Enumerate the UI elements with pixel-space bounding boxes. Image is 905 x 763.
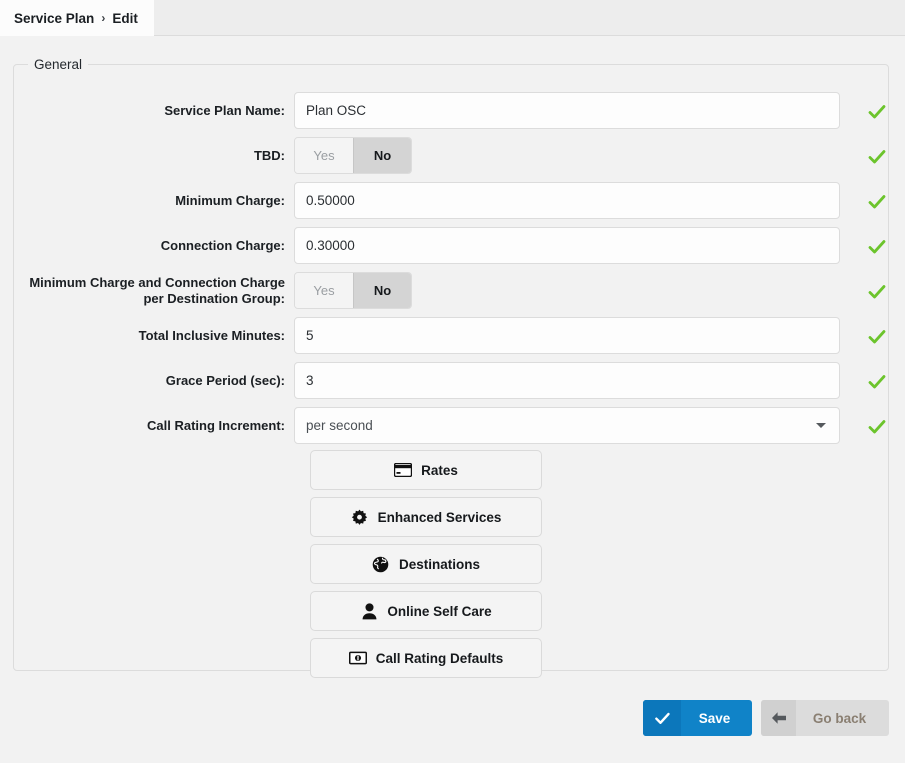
call-rating-defaults-button[interactable]: Call Rating Defaults	[310, 638, 542, 678]
breadcrumb[interactable]: Service Plan › Edit	[0, 0, 154, 36]
valid-check-icon-tbd	[868, 150, 886, 164]
valid-check-icon-minimum-charge	[868, 195, 886, 209]
destinations-button[interactable]: Destinations	[310, 544, 542, 584]
destinations-button-label: Destinations	[398, 556, 480, 572]
label-tbd: TBD:	[253, 148, 285, 163]
tbd-option-yes[interactable]: Yes	[295, 138, 353, 173]
label-total-inclusive-minutes: Total Inclusive Minutes:	[138, 328, 285, 343]
call-rating-defaults-button-label: Call Rating Defaults	[375, 650, 504, 666]
general-section: General Service Plan Name: TBD: Yes No M…	[13, 57, 890, 678]
globe-icon	[372, 555, 390, 573]
label-connection-charge: Connection Charge:	[160, 238, 285, 253]
min-conn-charge-toggle-group[interactable]: Yes No	[294, 272, 412, 309]
chevron-down-icon[interactable]	[816, 423, 826, 428]
rates-button-label: Rates	[421, 462, 458, 478]
online-self-care-button-label: Online Self Care	[387, 603, 492, 619]
form-row-call-rating-increment: Call Rating Increment: per second	[14, 407, 890, 447]
valid-check-icon-grace-period	[868, 375, 886, 389]
form-row-min-conn-charge-per-destination-group: Minimum Charge and Connection Charge per…	[14, 272, 890, 312]
grace-period-input[interactable]	[294, 362, 840, 399]
connection-charge-input[interactable]	[294, 227, 840, 264]
enhanced-services-button[interactable]: Enhanced Services	[310, 497, 542, 537]
arrow-left-icon	[761, 700, 796, 736]
form-row-connection-charge: Connection Charge:	[14, 227, 890, 267]
label-min-conn-charge-per-destination-group: Minimum Charge and Connection Charge per…	[29, 275, 285, 306]
valid-check-icon-min-conn-charge	[868, 285, 886, 299]
banknote-icon	[348, 649, 367, 667]
form-row-tbd: TBD: Yes No	[14, 137, 890, 177]
valid-check-icon-total-inclusive-minutes	[868, 330, 886, 344]
breadcrumb-separator-icon: ›	[101, 11, 106, 25]
form-row-grace-period: Grace Period (sec):	[14, 362, 890, 402]
label-grace-period: Grace Period (sec):	[165, 373, 285, 388]
service-plan-name-input[interactable]	[294, 92, 840, 129]
credit-card-icon	[394, 461, 413, 479]
tbd-toggle-group[interactable]: Yes No	[294, 137, 412, 174]
valid-check-icon-call-rating-increment	[868, 420, 886, 434]
form-row-total-inclusive-minutes: Total Inclusive Minutes:	[14, 317, 890, 357]
enhanced-services-button-label: Enhanced Services	[377, 509, 502, 525]
go-back-button[interactable]: Go back	[761, 700, 889, 736]
save-button[interactable]: Save	[643, 700, 752, 736]
valid-check-icon-service-plan-name	[868, 105, 886, 119]
breadcrumb-root[interactable]: Service Plan	[14, 11, 94, 26]
check-icon	[643, 700, 681, 736]
call-rating-increment-value[interactable]: per second	[294, 407, 840, 444]
form-row-service-plan-name: Service Plan Name:	[14, 92, 890, 132]
valid-check-icon-connection-charge	[868, 240, 886, 254]
rates-button[interactable]: Rates	[310, 450, 542, 490]
minimum-charge-input[interactable]	[294, 182, 840, 219]
breadcrumb-current: Edit	[112, 10, 138, 26]
min-conn-charge-option-no[interactable]: No	[353, 273, 411, 308]
save-button-label: Save	[698, 710, 731, 726]
min-conn-charge-option-yes[interactable]: Yes	[295, 273, 353, 308]
header-bar: Service Plan › Edit	[0, 0, 905, 36]
go-back-button-label: Go back	[812, 710, 867, 726]
call-rating-increment-select[interactable]: per second	[294, 407, 840, 444]
label-service-plan-name: Service Plan Name:	[164, 103, 285, 118]
label-minimum-charge: Minimum Charge:	[175, 193, 285, 208]
tbd-option-no[interactable]: No	[353, 138, 411, 173]
online-self-care-button[interactable]: Online Self Care	[310, 591, 542, 631]
label-call-rating-increment: Call Rating Increment:	[147, 418, 285, 433]
total-inclusive-minutes-input[interactable]	[294, 317, 840, 354]
form-row-minimum-charge: Minimum Charge:	[14, 182, 890, 222]
gear-icon	[351, 508, 369, 526]
user-icon	[360, 602, 378, 620]
general-section-legend: General	[34, 57, 83, 72]
